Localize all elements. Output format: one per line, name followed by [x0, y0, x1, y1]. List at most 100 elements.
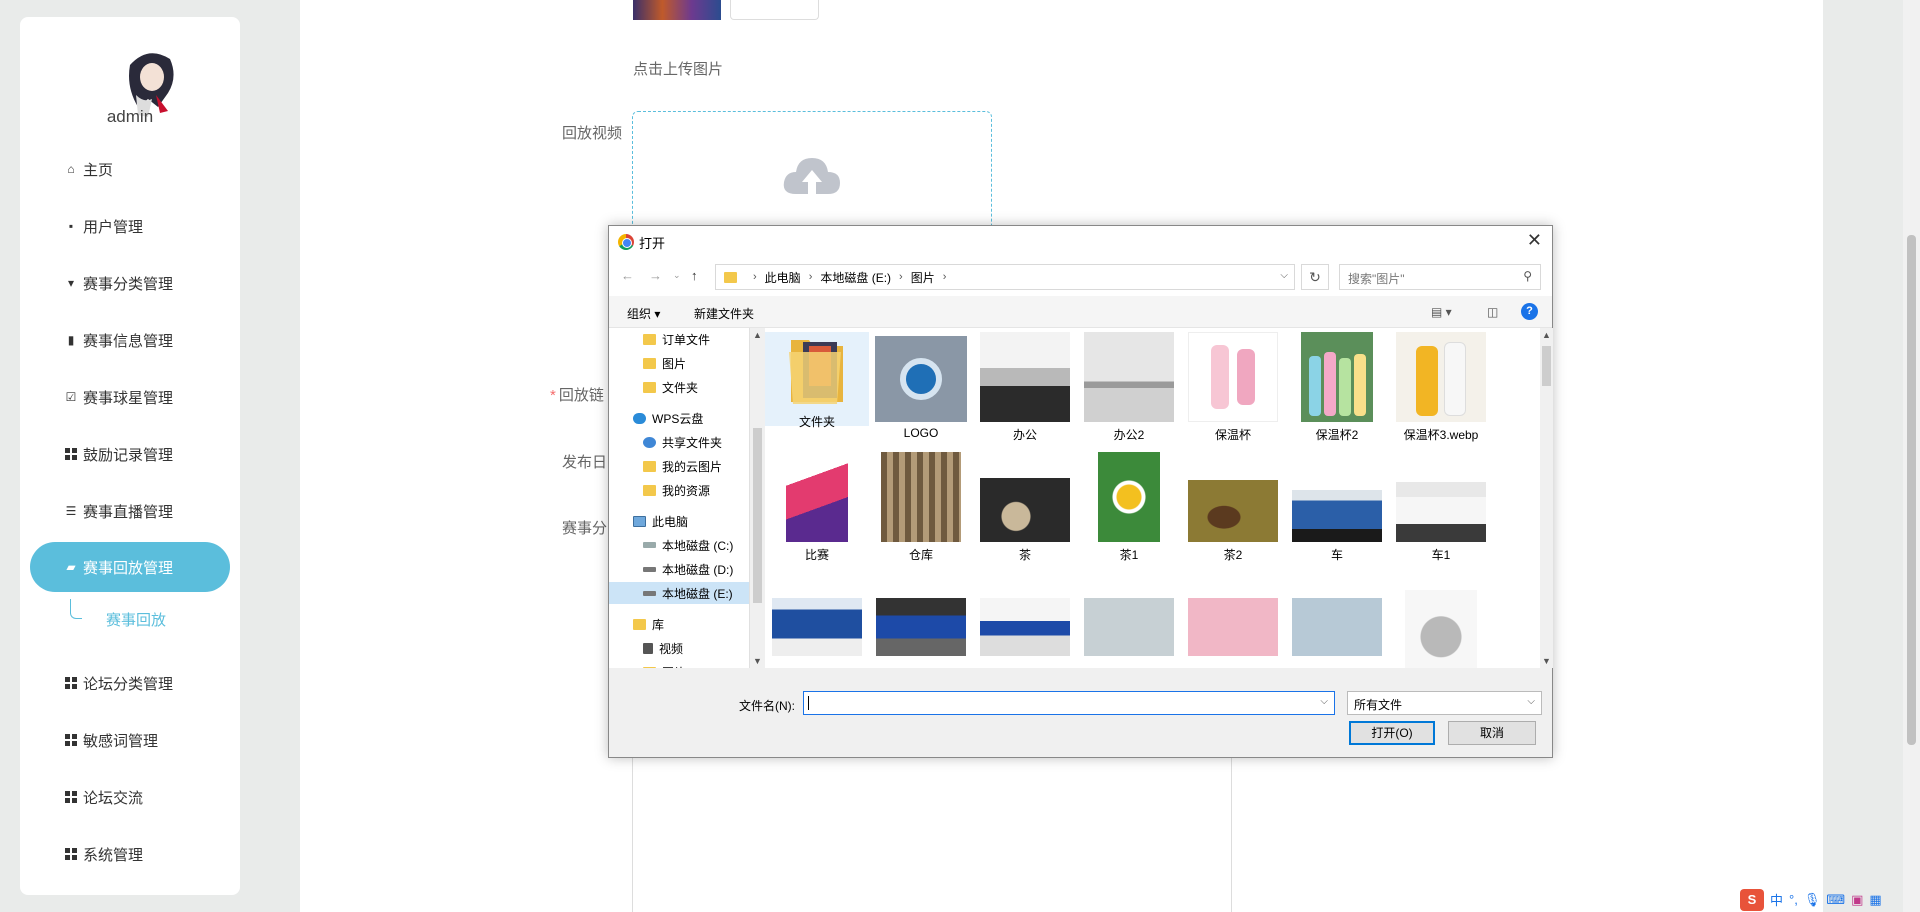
sidebar-item-encourage[interactable]: 鼓励记录管理	[30, 429, 230, 479]
filename-input[interactable]: ⌵	[803, 691, 1335, 715]
recent-chevron-icon[interactable]: ⌄	[673, 270, 681, 281]
file-item[interactable]	[869, 598, 973, 656]
tree-item[interactable]: 库	[609, 613, 749, 635]
microphone-icon[interactable]: 🎙	[1804, 892, 1821, 908]
file-item[interactable]: 办公	[973, 332, 1077, 443]
tree-item[interactable]: 图片	[609, 352, 749, 374]
home-icon: ⌂	[67, 162, 75, 176]
file-name: 文件夹	[798, 415, 835, 429]
file-item[interactable]: 保温杯2	[1285, 332, 1389, 443]
tree-item[interactable]: 此电脑	[609, 510, 749, 532]
tree-item[interactable]: 本地磁盘 (D:)	[609, 558, 749, 580]
tree-item-selected[interactable]: 本地磁盘 (E:)	[609, 582, 749, 604]
file-item[interactable]	[1181, 598, 1285, 656]
sidebar-subitem-replay[interactable]: 赛事回放	[106, 609, 166, 630]
scroll-up-icon[interactable]: ▲	[1542, 330, 1551, 340]
sidebar-item-live[interactable]: ☰ 赛事直播管理	[30, 486, 230, 536]
help-icon[interactable]: ?	[1521, 303, 1538, 320]
sidebar-item-event-stars[interactable]: ☑ 赛事球星管理	[30, 372, 230, 422]
sidebar-item-event-info[interactable]: ▮ 赛事信息管理	[30, 315, 230, 365]
tree-item[interactable]: 我的资源	[609, 479, 749, 501]
address-bar[interactable]: › 此电脑 › 本地磁盘 (E:) › 图片 › ⌵	[715, 264, 1295, 290]
open-button[interactable]: 打开(O)	[1349, 721, 1435, 745]
sidebar-item-system[interactable]: 系统管理	[30, 829, 230, 879]
breadcrumb-sep-icon: ›	[753, 271, 757, 283]
tree-item-label: 文件夹	[662, 380, 699, 395]
file-item[interactable]: 茶	[973, 452, 1077, 563]
skin-icon[interactable]: ▣	[1851, 892, 1863, 908]
keyboard-icon[interactable]: ⌨	[1826, 892, 1845, 908]
file-item[interactable]: 办公2	[1077, 332, 1181, 443]
preview-pane-icon[interactable]: ◫	[1487, 305, 1498, 319]
file-item[interactable]: 比赛	[765, 452, 869, 563]
tree-item[interactable]: 图片	[609, 661, 749, 668]
breadcrumb-item[interactable]: 本地磁盘 (E:)	[820, 269, 891, 286]
file-item[interactable]: 车	[1285, 452, 1389, 563]
scroll-up-icon[interactable]: ▲	[753, 330, 762, 340]
tree-scrollbar[interactable]: ▲ ▼	[749, 328, 764, 668]
file-item[interactable]: 文件夹	[765, 332, 869, 429]
toolbox-icon[interactable]: ▦	[1869, 892, 1881, 908]
image-thumbnail	[786, 452, 848, 542]
chevron-down-icon[interactable]: ⌵	[1320, 696, 1328, 707]
files-scrollbar[interactable]: ▲ ▼	[1540, 328, 1553, 668]
file-item[interactable]	[1389, 590, 1493, 668]
scrollbar-thumb[interactable]	[1907, 235, 1916, 745]
file-item[interactable]	[765, 598, 869, 656]
sidebar-item-forum[interactable]: 论坛交流	[30, 772, 230, 822]
chevron-down-icon[interactable]: ⌵	[1280, 270, 1288, 281]
tree-item[interactable]: 订单文件	[609, 328, 749, 350]
file-item[interactable]: 茶2	[1181, 452, 1285, 563]
file-item[interactable]: 车1	[1389, 452, 1493, 563]
scroll-down-icon[interactable]: ▼	[1542, 656, 1551, 666]
scrollbar-thumb[interactable]	[1542, 346, 1551, 386]
upload-image-slot[interactable]	[730, 0, 819, 20]
up-arrow-icon[interactable]: ↑	[691, 268, 698, 283]
tree-item[interactable]: 视频	[609, 637, 749, 659]
sidebar-item-home[interactable]: ⌂ 主页	[30, 144, 230, 194]
uploaded-image-thumbnail[interactable]	[633, 0, 721, 20]
refresh-button[interactable]: ↻	[1301, 264, 1329, 290]
breadcrumb-item[interactable]: 图片	[911, 269, 935, 286]
view-options-icon[interactable]: ▤ ▾	[1431, 305, 1452, 319]
file-item[interactable]	[1285, 598, 1389, 656]
page-scrollbar[interactable]	[1903, 0, 1920, 912]
organize-button[interactable]: 组织 ▾	[627, 305, 660, 322]
search-input[interactable]: 搜索"图片" ⚲	[1339, 264, 1541, 290]
filetype-select[interactable]: 所有文件 ⌵	[1347, 691, 1542, 715]
file-item[interactable]: 茶1	[1077, 452, 1181, 563]
tree-item[interactable]: 我的云图片	[609, 455, 749, 477]
sidebar-item-forum-category[interactable]: 论坛分类管理	[30, 658, 230, 708]
scroll-down-icon[interactable]: ▼	[753, 656, 762, 666]
breadcrumb-item[interactable]: 此电脑	[765, 269, 801, 286]
forward-arrow-icon[interactable]: →	[649, 268, 662, 283]
tree-item[interactable]: WPS云盘	[609, 407, 749, 429]
close-button[interactable]: ✕	[1527, 230, 1542, 251]
sogou-icon[interactable]: S	[1740, 888, 1764, 911]
sidebar-item-replay[interactable]: ▰ 赛事回放管理	[30, 542, 230, 592]
ime-punct[interactable]: °,	[1789, 892, 1798, 907]
sidebar-item-label: 鼓励记录管理	[83, 446, 174, 464]
dialog-titlebar[interactable]: 打开 ✕	[609, 226, 1552, 256]
file-item[interactable]: 保温杯	[1181, 332, 1285, 443]
ime-mode[interactable]: 中	[1770, 890, 1783, 909]
image-thumbnail	[881, 452, 961, 542]
file-item[interactable]: LOGO	[869, 332, 973, 440]
file-item[interactable]	[1077, 598, 1181, 656]
cancel-button[interactable]: 取消	[1448, 721, 1536, 745]
label-publish-date: 发布日	[562, 454, 608, 471]
sidebar-item-users[interactable]: ▪ 用户管理	[30, 201, 230, 251]
back-arrow-icon[interactable]: ←	[621, 268, 634, 283]
scrollbar-thumb[interactable]	[753, 428, 762, 603]
sliders-icon: ☰	[65, 504, 77, 518]
tree-item[interactable]: 本地磁盘 (C:)	[609, 534, 749, 556]
sidebar-item-event-category[interactable]: ▾ 赛事分类管理	[30, 258, 230, 308]
tree-item[interactable]: 共享文件夹	[609, 431, 749, 453]
sidebar-item-sensitive-words[interactable]: 敏感词管理	[30, 715, 230, 765]
file-item[interactable]: 仓库	[869, 452, 973, 563]
file-item[interactable]	[973, 598, 1077, 656]
file-item[interactable]: 保温杯3.webp	[1389, 332, 1493, 443]
tree-item[interactable]: 文件夹	[609, 376, 749, 398]
rich-text-editor[interactable]	[632, 755, 1232, 912]
new-folder-button[interactable]: 新建文件夹	[694, 305, 754, 322]
